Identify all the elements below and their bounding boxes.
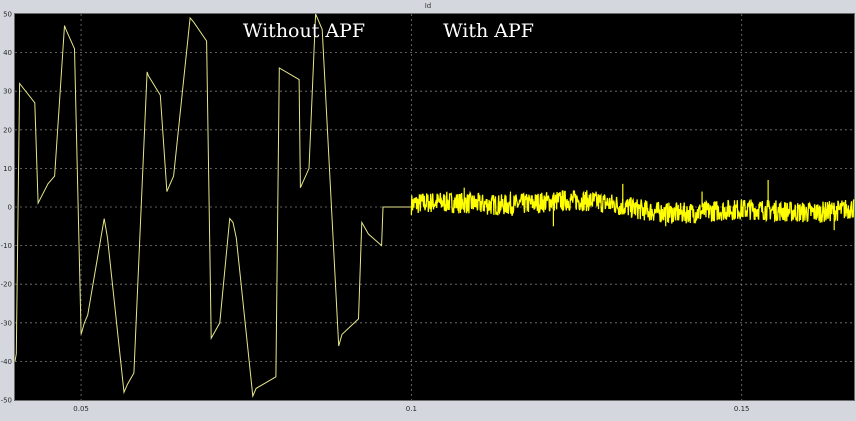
annotation-with-apf: With APF — [443, 20, 534, 42]
x-tick-label: 0.15 — [734, 405, 750, 413]
y-tick-label: 50 — [3, 11, 12, 19]
y-tick-label: 10 — [3, 165, 12, 173]
x-tick-label: 0.05 — [73, 405, 89, 413]
y-tick-label: 20 — [3, 126, 12, 134]
scope-chart: 50 40 30 20 10 0 -10 -20 -30 -40 -50 0.05 0.1 0.15 Wi… — [1, 11, 855, 413]
y-tick-label: -40 — [1, 358, 12, 366]
y-tick-label: -20 — [1, 281, 12, 289]
x-tick-label: 0.1 — [406, 405, 417, 413]
y-tick-label: -30 — [1, 319, 12, 327]
y-tick-label: 0 — [8, 204, 12, 212]
y-tick-label: -50 — [1, 397, 12, 405]
y-tick-label: 30 — [3, 88, 12, 96]
y-tick-label: 40 — [3, 49, 12, 57]
y-tick-label: -10 — [1, 242, 12, 250]
annotation-without-apf: Without APF — [243, 20, 365, 42]
